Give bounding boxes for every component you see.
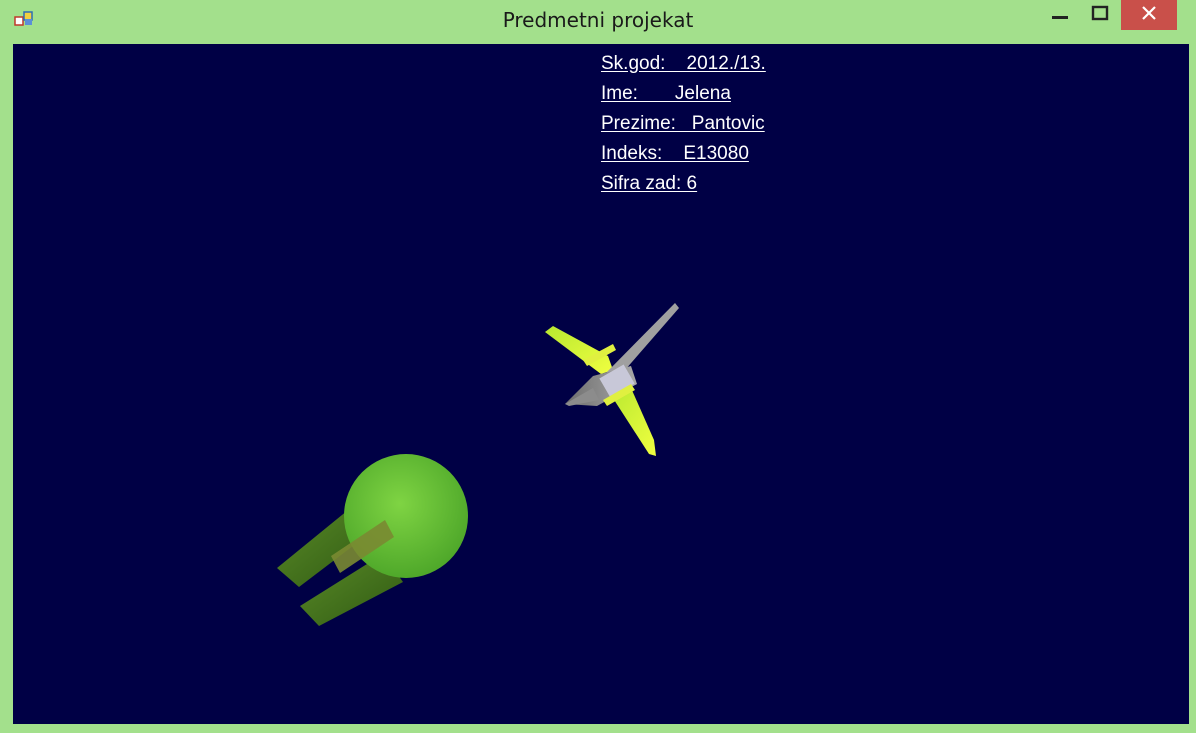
minimize-icon [1051,4,1069,26]
info-task-code: Sifra zad: 6 [601,173,698,194]
maximize-icon [1091,4,1109,26]
green-spacecraft [277,454,468,626]
info-last-name: Prezime: Pantovic [601,113,765,134]
app-window: Predmetni projekat Sk.god: 2012./13. Ime… [0,0,1196,733]
info-index: Indeks: E13080 [601,143,749,164]
grey-spaceship [545,303,679,456]
title-bar[interactable]: Predmetni projekat [0,0,1196,42]
game-viewport[interactable]: Sk.god: 2012./13. Ime: Jelena Prezime: P… [13,44,1189,724]
info-first-name: Ime: Jelena [601,83,731,104]
info-school-year: Sk.god: 2012./13. [601,53,766,74]
window-title: Predmetni projekat [502,8,694,32]
minimize-button[interactable] [1042,0,1078,30]
close-button[interactable] [1121,0,1177,30]
close-icon [1141,5,1157,25]
maximize-button[interactable] [1082,0,1118,30]
planet-sphere [344,454,468,578]
student-info: Sk.god: 2012./13. Ime: Jelena Prezime: P… [601,49,766,199]
